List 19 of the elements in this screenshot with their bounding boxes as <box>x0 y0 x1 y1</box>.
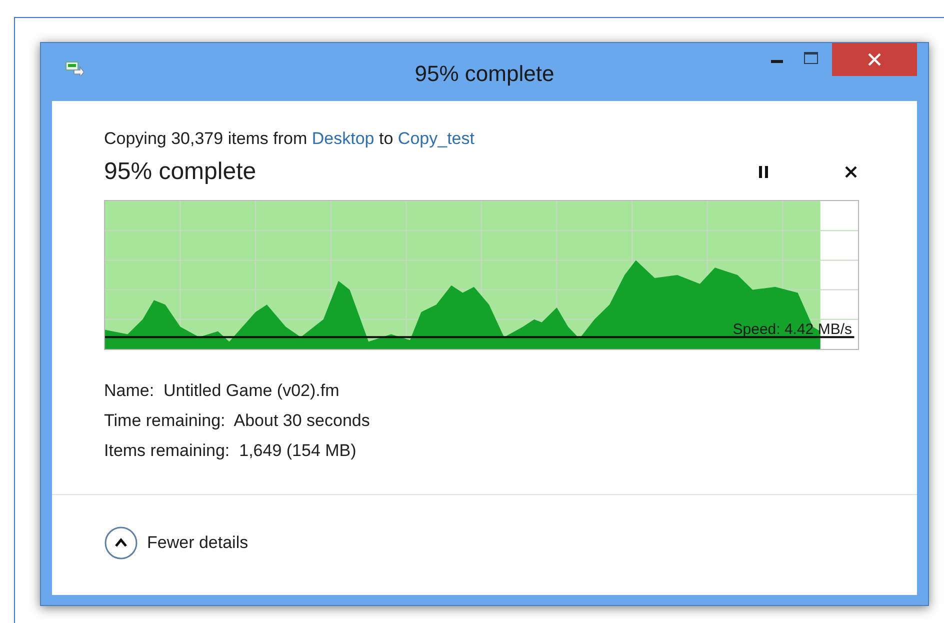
copy-summary-text: to <box>379 129 394 148</box>
details-toggle[interactable]: Fewer details <box>104 526 248 560</box>
pause-icon <box>758 166 768 178</box>
detail-line: Items remaining: 1,649 (154 MB) <box>104 440 358 462</box>
maximize-icon <box>804 52 818 64</box>
chevron-icon <box>104 526 138 560</box>
minimize-icon <box>771 60 783 64</box>
window-title: 95% complete <box>414 60 554 88</box>
copy-icon <box>65 60 85 76</box>
detail-line: Name: Untitled Game (v02).fm <box>104 380 340 402</box>
speed-label: Speed: 4.42 MB/s <box>732 322 852 337</box>
destination-link[interactable]: Copy_test <box>398 129 474 148</box>
detail-line: Time remaining: About 30 seconds <box>104 410 371 432</box>
source-link[interactable]: Desktop <box>312 129 374 148</box>
progress-heading: 95% complete <box>104 157 256 187</box>
copy-summary-text: Copying 30,379 items from <box>104 129 308 148</box>
close-icon <box>868 53 881 66</box>
close-button[interactable] <box>832 43 917 76</box>
close-icon <box>845 166 857 178</box>
